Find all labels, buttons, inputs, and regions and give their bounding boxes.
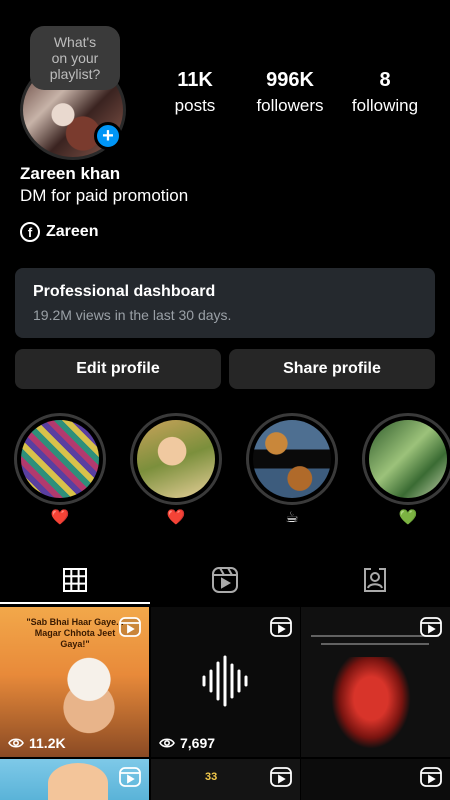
waveform-icon	[202, 655, 248, 707]
tab-posts[interactable]	[0, 556, 150, 604]
posts-label: posts	[174, 96, 216, 115]
posts-count: 11K	[177, 69, 213, 91]
story-highlight[interactable]	[130, 413, 222, 505]
facebook-icon: f	[20, 222, 40, 242]
following-stat[interactable]: 8 following	[340, 68, 430, 118]
reel-icon	[270, 617, 292, 637]
followers-stat[interactable]: 996K followers	[245, 68, 335, 118]
followers-label: followers	[256, 96, 324, 115]
highlight-emoji: ❤️	[166, 509, 186, 526]
reel-icon	[420, 767, 442, 787]
highlight-image	[369, 420, 447, 498]
facebook-label: Zareen	[46, 223, 99, 240]
post-tile[interactable]: 7,697	[151, 607, 300, 757]
profile-name: Zareen khan	[20, 164, 121, 183]
post-illustration	[48, 763, 108, 800]
eye-icon	[8, 738, 24, 748]
reel-icon	[420, 617, 442, 637]
post-tile[interactable]: "Sab Bhai Haar Gaye... Magar Chhota Jeet …	[0, 607, 149, 757]
eye-icon	[159, 738, 175, 748]
facebook-link[interactable]: f Zareen	[20, 222, 98, 242]
story-highlight[interactable]	[246, 413, 338, 505]
post-illustration	[331, 657, 411, 749]
tab-tagged[interactable]	[300, 556, 450, 604]
highlight-image	[253, 420, 331, 498]
post-text-line	[321, 643, 429, 645]
post-tile[interactable]	[301, 759, 450, 800]
view-count: 7,697	[159, 735, 215, 751]
reel-icon	[270, 767, 292, 787]
post-tile[interactable]	[0, 759, 149, 800]
reel-icon	[119, 617, 141, 637]
view-count-text: 11.2K	[29, 735, 66, 751]
post-caption: 33	[205, 771, 218, 783]
post-tile[interactable]	[301, 607, 450, 757]
reels-icon	[212, 567, 238, 593]
followers-count: 996K	[266, 69, 314, 91]
profile-bio: DM for paid promotion	[20, 186, 189, 205]
following-label: following	[351, 96, 419, 115]
story-highlight[interactable]	[14, 413, 106, 505]
profile-tabs	[0, 556, 450, 606]
view-count: 11.2K	[8, 735, 66, 751]
share-profile-button[interactable]: Share profile	[229, 349, 435, 389]
edit-profile-button[interactable]: Edit profile	[15, 349, 221, 389]
highlight-emoji: ❤️	[50, 509, 70, 526]
post-tile[interactable]: 33	[151, 759, 300, 800]
story-highlight[interactable]	[362, 413, 450, 505]
dashboard-title: Professional dashboard	[33, 283, 216, 300]
reel-icon	[119, 767, 141, 787]
highlight-emoji: 💚	[398, 509, 418, 526]
highlight-emoji: ☕	[285, 509, 299, 526]
highlight-image	[21, 420, 99, 498]
following-count: 8	[379, 69, 391, 91]
highlight-image	[137, 420, 215, 498]
post-illustration	[44, 653, 133, 741]
plus-icon: +	[102, 125, 114, 147]
grid-icon	[63, 568, 87, 592]
professional-dashboard[interactable]: Professional dashboard 19.2M views in th…	[15, 268, 435, 338]
add-story-button[interactable]: +	[94, 122, 122, 150]
view-count-text: 7,697	[180, 735, 216, 751]
tagged-icon	[364, 568, 386, 592]
posts-stat[interactable]: 11K posts	[150, 68, 240, 118]
note-bubble[interactable]: What's on your playlist?	[30, 26, 120, 90]
active-tab-indicator	[0, 602, 150, 604]
tab-reels[interactable]	[150, 556, 300, 604]
dashboard-subtitle: 19.2M views in the last 30 days.	[33, 307, 232, 323]
post-caption: "Sab Bhai Haar Gaye... Magar Chhota Jeet …	[26, 617, 124, 649]
